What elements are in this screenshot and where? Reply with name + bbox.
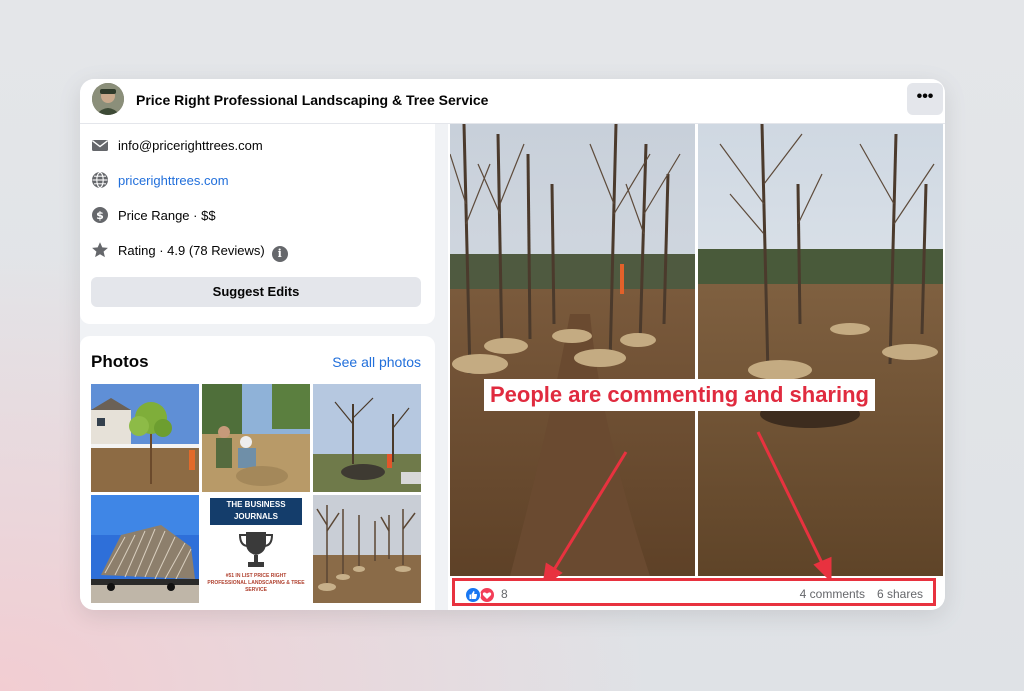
photo-thumbnail[interactable] (202, 384, 310, 492)
page-avatar[interactable] (92, 83, 124, 115)
page-card: Price Right Professional Landscaping & T… (80, 79, 945, 610)
trophy-icon (238, 532, 274, 567)
annotation-label: People are commenting and sharing (484, 379, 875, 411)
post-photo[interactable] (450, 124, 943, 576)
intro-panel: info@pricerighttrees.com pricerighttrees… (80, 124, 435, 324)
post-panel (448, 124, 945, 610)
love-reaction-icon (479, 587, 495, 603)
photos-title: Photos (91, 352, 149, 371)
left-column: info@pricerighttrees.com pricerighttrees… (80, 124, 435, 610)
photo-thumbnail[interactable] (91, 384, 199, 492)
globe-icon (92, 172, 108, 188)
rating-value: Rating · 4.9 (78 Reviews) (118, 243, 265, 258)
photo-thumbnail[interactable] (313, 384, 421, 492)
photo-thumbnail[interactable] (313, 495, 421, 603)
price-range-row: $ Price Range · $$ (91, 205, 421, 227)
page-title[interactable]: Price Right Professional Landscaping & T… (136, 92, 488, 108)
page-header: Price Right Professional Landscaping & T… (80, 79, 945, 124)
reaction-count[interactable]: 8 (501, 587, 508, 601)
comments-count[interactable]: 4 comments (800, 587, 865, 601)
email-row[interactable]: info@pricerighttrees.com (91, 135, 421, 157)
rating-row: Rating · 4.9 (78 Reviews) i (91, 240, 421, 262)
journal-title: THE BUSINESS JOURNALS (210, 498, 302, 525)
photo-thumbnail[interactable] (91, 495, 199, 603)
rating-text: Rating · 4.9 (78 Reviews) i (118, 243, 288, 262)
column-divider (435, 124, 448, 610)
business-journals-badge[interactable]: THE BUSINESS JOURNALS #51 IN LIST PRICE … (202, 495, 310, 603)
website-row[interactable]: pricerighttrees.com (91, 170, 421, 192)
photos-panel: Photos See all photos THE BUSINESS JOURN… (80, 336, 435, 610)
dollar-circle-icon: $ (92, 207, 108, 223)
like-reaction-icon (465, 587, 481, 603)
star-icon (92, 242, 108, 258)
shares-count[interactable]: 6 shares (877, 587, 923, 601)
info-icon[interactable]: i (271, 246, 288, 262)
email-text: info@pricerighttrees.com (118, 138, 263, 153)
see-all-photos-link[interactable]: See all photos (332, 354, 421, 370)
website-link[interactable]: pricerighttrees.com (118, 173, 229, 188)
more-options-button[interactable]: ••• (907, 83, 943, 115)
svg-text:$: $ (96, 209, 104, 222)
journal-subtitle: #51 IN LIST PRICE RIGHT PROFESSIONAL LAN… (207, 573, 305, 593)
envelope-icon (92, 140, 108, 151)
suggest-edits-button[interactable]: Suggest Edits (91, 277, 421, 307)
price-range-text: Price Range · $$ (118, 208, 216, 223)
post-engagement-bar: 8 4 comments 6 shares (452, 578, 936, 606)
